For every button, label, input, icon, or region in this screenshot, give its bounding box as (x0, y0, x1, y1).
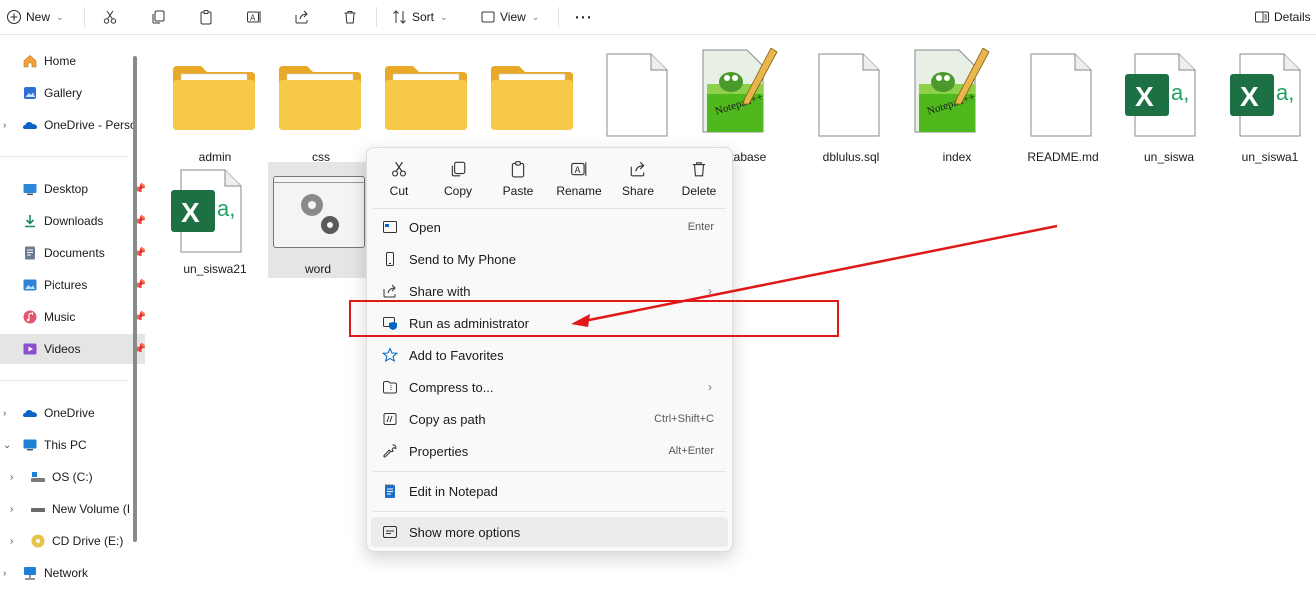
annotation-arrow (571, 224, 1058, 327)
